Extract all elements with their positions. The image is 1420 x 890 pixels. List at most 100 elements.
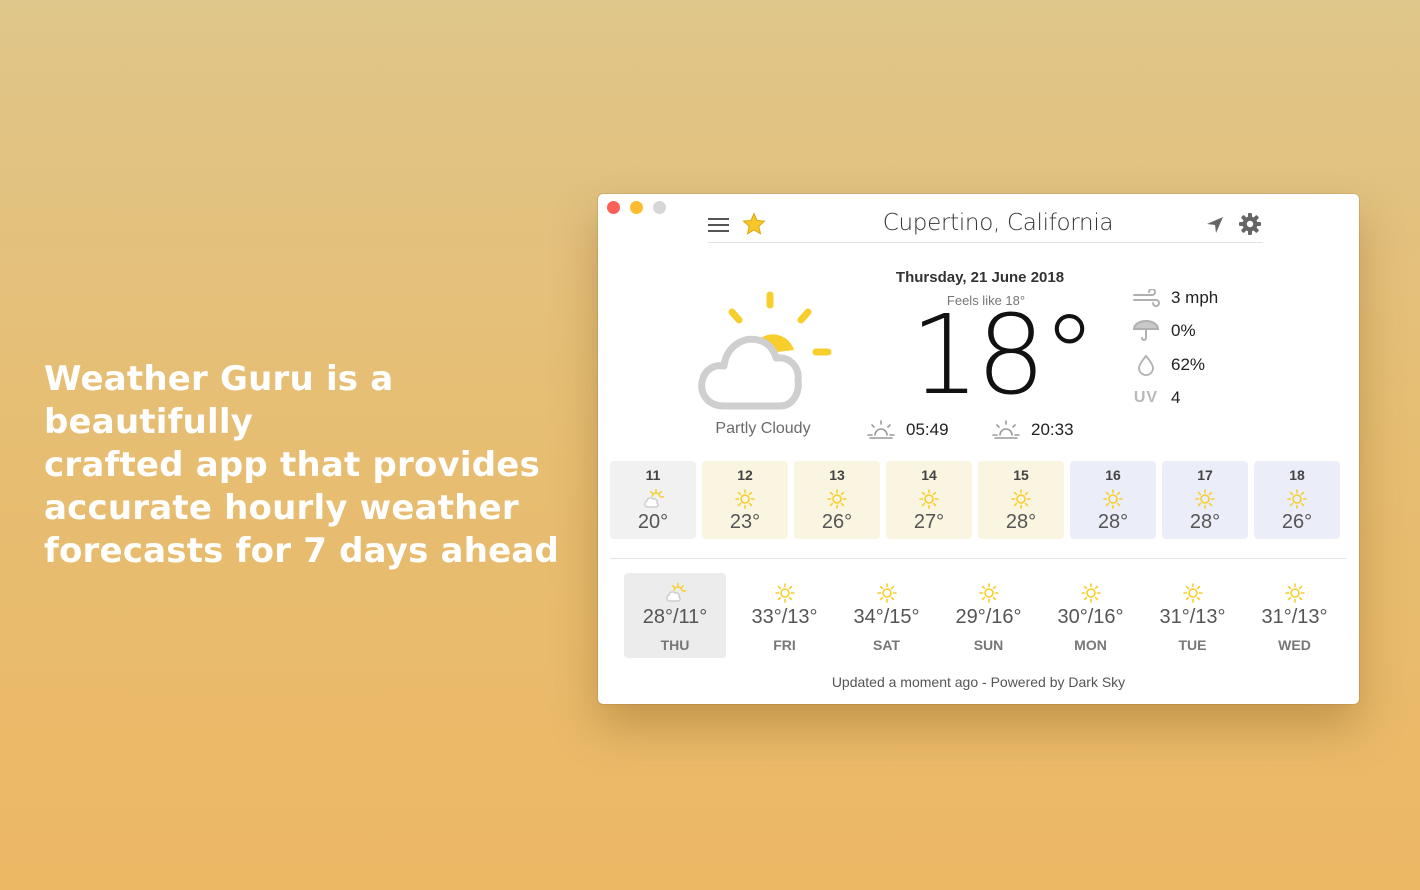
hourly-hour: 11 xyxy=(645,467,661,483)
daily-item[interactable]: 28°/11° THU xyxy=(624,573,726,658)
droplet-icon xyxy=(1131,354,1161,376)
daily-item[interactable]: 31°/13° TUE xyxy=(1149,573,1236,658)
hourly-item[interactable]: 16 28° xyxy=(1070,461,1156,539)
sun-icon xyxy=(774,583,795,603)
hourly-hour: 15 xyxy=(1013,467,1029,483)
sun-icon xyxy=(1080,583,1101,603)
wind-stat: 3 mph xyxy=(1131,281,1218,315)
sunrise-icon xyxy=(867,420,895,439)
daily-item[interactable]: 33°/13° FRI xyxy=(741,573,828,658)
uv-icon: UV xyxy=(1131,387,1161,409)
promo-text: Weather Guru is a beautifully crafted ap… xyxy=(44,358,584,573)
hourly-item[interactable]: 14 27° xyxy=(886,461,972,539)
condition-label: Partly Cloudy xyxy=(715,420,811,437)
sunrise-time: 05:49 xyxy=(906,420,949,439)
sun-icon xyxy=(1284,583,1305,603)
star-icon[interactable] xyxy=(742,212,766,236)
hourly-item[interactable]: 13 26° xyxy=(794,461,880,539)
daily-temp-range: 31°/13° xyxy=(1159,606,1226,628)
weather-window: Cupertino, California Partly Cloudy Thur… xyxy=(598,194,1359,704)
hourly-temp: 28° xyxy=(1005,511,1037,533)
sunset-time: 20:33 xyxy=(1031,420,1074,439)
sun-icon xyxy=(827,489,847,509)
humidity-value: 62% xyxy=(1171,354,1206,374)
hourly-hour: 17 xyxy=(1197,467,1213,483)
current-temperature: 18° xyxy=(910,291,1097,419)
daily-item[interactable]: 31°/13° WED xyxy=(1251,573,1338,658)
daily-item[interactable]: 34°/15° SAT xyxy=(843,573,930,658)
partly-cloudy-icon xyxy=(644,489,665,508)
close-window-button[interactable] xyxy=(607,201,620,214)
sun-icon xyxy=(1195,489,1215,509)
wind-icon xyxy=(1131,287,1161,309)
sunset-icon xyxy=(992,420,1020,439)
sun-icon xyxy=(735,489,755,509)
sunset: 20:33 xyxy=(991,419,1074,441)
daily-day: TUE xyxy=(1178,637,1207,653)
sun-icon xyxy=(919,489,939,509)
location-arrow-icon[interactable] xyxy=(1205,215,1225,235)
hourly-temp: 26° xyxy=(1281,511,1313,533)
promo-line: Weather Guru is a beautifully xyxy=(44,359,394,442)
weather-stats: 3 mph 0% 62% UV 4 xyxy=(1131,281,1218,415)
partly-cloudy-icon xyxy=(698,291,832,410)
sun-icon xyxy=(1287,489,1307,509)
daily-day: THU xyxy=(660,637,690,653)
precipitation-value: 0% xyxy=(1171,321,1196,341)
hourly-item[interactable]: 15 28° xyxy=(978,461,1064,539)
status-footer: Updated a moment ago - Powered by Dark S… xyxy=(831,674,1126,690)
hourly-item[interactable]: 12 23° xyxy=(702,461,788,539)
hourly-item[interactable]: 18 26° xyxy=(1254,461,1340,539)
promo-line: accurate hourly weather xyxy=(44,488,519,528)
hourly-temp: 26° xyxy=(821,511,853,533)
wind-value: 3 mph xyxy=(1171,287,1219,307)
daily-temp-range: 31°/13° xyxy=(1261,606,1328,628)
hourly-hour: 12 xyxy=(737,467,753,483)
minimize-window-button[interactable] xyxy=(630,201,643,214)
gear-icon[interactable] xyxy=(1238,212,1262,236)
daily-temp-range: 29°/16° xyxy=(955,606,1022,628)
menu-icon[interactable] xyxy=(708,217,730,233)
sun-icon xyxy=(1182,583,1203,603)
hourly-temp: 28° xyxy=(1097,511,1129,533)
hourly-item[interactable]: 17 28° xyxy=(1162,461,1248,539)
daily-forecast: 28°/11° THU 33°/13° FRI 34°/15° SAT 29°/… xyxy=(624,573,1338,658)
uv-stat: UV 4 xyxy=(1131,382,1218,416)
hourly-temp: 20° xyxy=(637,511,669,533)
partly-cloudy-icon xyxy=(666,582,687,602)
daily-day: SUN xyxy=(973,637,1004,653)
toolbar: Cupertino, California xyxy=(708,206,1263,243)
sun-icon xyxy=(1103,489,1123,509)
daily-temp-range: 33°/13° xyxy=(751,606,818,628)
sun-icon xyxy=(876,583,897,603)
hourly-forecast: 11 20° 12 23° 13 26° 14 27° 15 28° 16 28… xyxy=(610,461,1340,539)
hourly-hour: 18 xyxy=(1289,467,1305,483)
divider xyxy=(610,558,1346,559)
daily-temp-range: 28°/11° xyxy=(642,606,708,628)
daily-item[interactable]: 30°/16° MON xyxy=(1047,573,1134,658)
promo-line: forecasts for 7 days ahead xyxy=(44,531,560,571)
zoom-window-button[interactable] xyxy=(653,201,666,214)
hourly-hour: 13 xyxy=(829,467,845,483)
hourly-item[interactable]: 11 20° xyxy=(610,461,696,539)
daily-day: MON xyxy=(1074,637,1107,653)
daily-day: FRI xyxy=(773,637,796,653)
promo-line: crafted app that provides xyxy=(44,445,541,485)
daily-temp-range: 30°/16° xyxy=(1057,606,1124,628)
date-label: Thursday, 21 June 2018 xyxy=(895,269,1065,286)
uv-value: 4 xyxy=(1171,388,1181,408)
daily-item[interactable]: 29°/16° SUN xyxy=(945,573,1032,658)
hourly-hour: 16 xyxy=(1105,467,1121,483)
hourly-temp: 27° xyxy=(913,511,945,533)
window-controls xyxy=(607,201,666,214)
hourly-hour: 14 xyxy=(921,467,937,483)
location-title[interactable]: Cupertino, California xyxy=(818,210,1178,236)
humidity-stat: 62% xyxy=(1131,348,1218,382)
sun-icon xyxy=(978,583,999,603)
precipitation-stat: 0% xyxy=(1131,315,1218,349)
hourly-temp: 23° xyxy=(729,511,761,533)
hourly-temp: 28° xyxy=(1189,511,1221,533)
umbrella-icon xyxy=(1131,320,1161,342)
sun-icon xyxy=(1011,489,1031,509)
sunrise: 05:49 xyxy=(866,419,949,441)
